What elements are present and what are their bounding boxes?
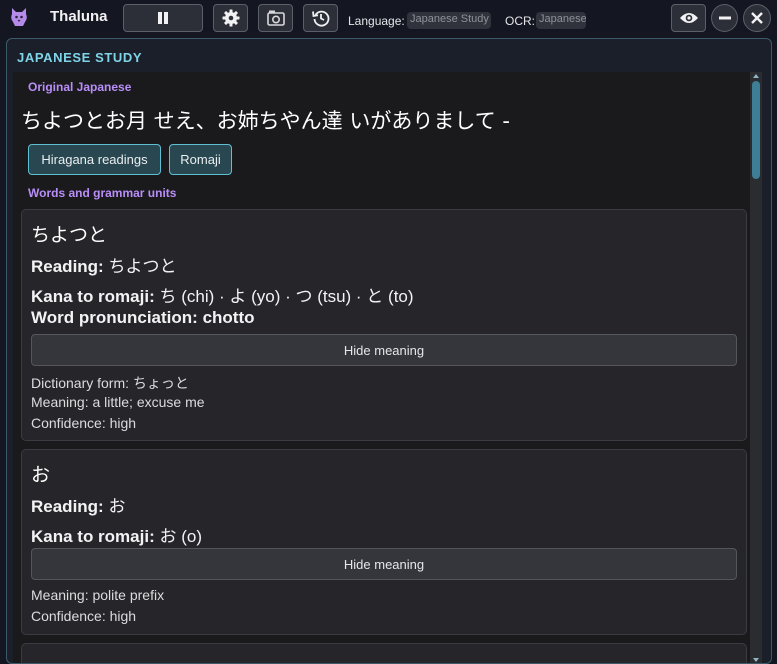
reading-value: ちよつと [108,257,177,276]
reading-value: お [108,497,126,516]
minimize-icon [718,16,731,20]
minimize-button[interactable] [711,4,738,32]
word-text: ちよつと [31,224,108,246]
reading-label: Reading: [31,497,104,516]
pronunciation-value: chotto [202,308,255,327]
scroll-thumb[interactable] [752,81,760,179]
word-card: お Reading: お Kana to romaji: お (o) Hide … [21,449,747,635]
close-icon [751,12,763,24]
word-card: ちよつと Reading: ちよつと Kana to romaji: ち (ch… [21,209,747,441]
hide-meaning-button[interactable]: Hide meaning [31,334,737,366]
history-icon [311,10,329,27]
camera-icon [266,10,285,26]
reading-line: Reading: ちよつと [31,252,176,277]
kana-romaji-label: Kana to romaji: [31,527,155,546]
reading-label: Reading: [31,257,104,276]
close-button[interactable] [743,4,771,32]
settings-button[interactable] [213,4,248,32]
reading-line: Reading: お [31,492,125,517]
ocr-label: OCR: [505,14,535,28]
kana-romaji-label: Kana to romaji: [31,287,155,306]
panel-title: JAPANESE STUDY [17,50,143,65]
original-text: ちよつとお月 せえ、お姉ちやん達 いがありまして - [21,109,510,133]
kana-romaji-value: お (o) [159,527,202,546]
dictionary-form: Dictionary form: ちょっと [31,375,189,391]
kana-romaji-value: ち (chi) · よ (yo) · つ (tsu) · と (to) [159,287,414,306]
language-select[interactable]: Japanese Study [407,12,491,29]
meaning: Meaning: a little; excuse me [31,394,205,410]
study-panel: JAPANESE STUDY Original Japanese ちよつとお月 … [6,38,772,664]
kana-romaji-line: Kana to romaji: お (o) [31,522,202,547]
scroll-up-arrow-icon[interactable] [753,74,759,78]
gear-icon [222,9,239,27]
app-title: Thaluna [50,8,108,25]
meaning: Meaning: polite prefix [31,587,165,603]
word-text: お [31,464,51,486]
words-label: Words and grammar units [28,186,177,200]
visibility-button[interactable] [671,4,706,32]
kana-romaji-line: Kana to romaji: ち (chi) · よ (yo) · つ (ts… [31,282,414,307]
language-label: Language: [348,14,405,28]
pronunciation-label: Word pronunciation: [31,308,198,327]
capture-button[interactable] [258,4,293,32]
eye-icon [679,13,698,23]
title-bar: Thaluna Language: Japanese Study OCR: Ja… [0,0,777,37]
confidence: Confidence: high [31,608,137,624]
confidence: Confidence: high [31,415,137,431]
scroll-down-arrow-icon[interactable] [753,658,759,662]
word-card [21,643,747,663]
cat-logo-icon [11,8,27,26]
ocr-select[interactable]: Japanese [536,12,586,29]
pronunciation-line: Word pronunciation: chotto [31,308,255,328]
romaji-button[interactable]: Romaji [169,144,232,175]
pause-button[interactable] [123,4,203,32]
pause-icon [158,12,168,24]
original-label: Original Japanese [28,80,132,94]
history-button[interactable] [303,4,338,32]
study-content[interactable]: Original Japanese ちよつとお月 せえ、お姉ちやん達 いがありま… [13,72,751,663]
hide-meaning-button[interactable]: Hide meaning [31,548,737,580]
hiragana-readings-button[interactable]: Hiragana readings [28,144,161,175]
vertical-scrollbar[interactable] [750,72,762,663]
